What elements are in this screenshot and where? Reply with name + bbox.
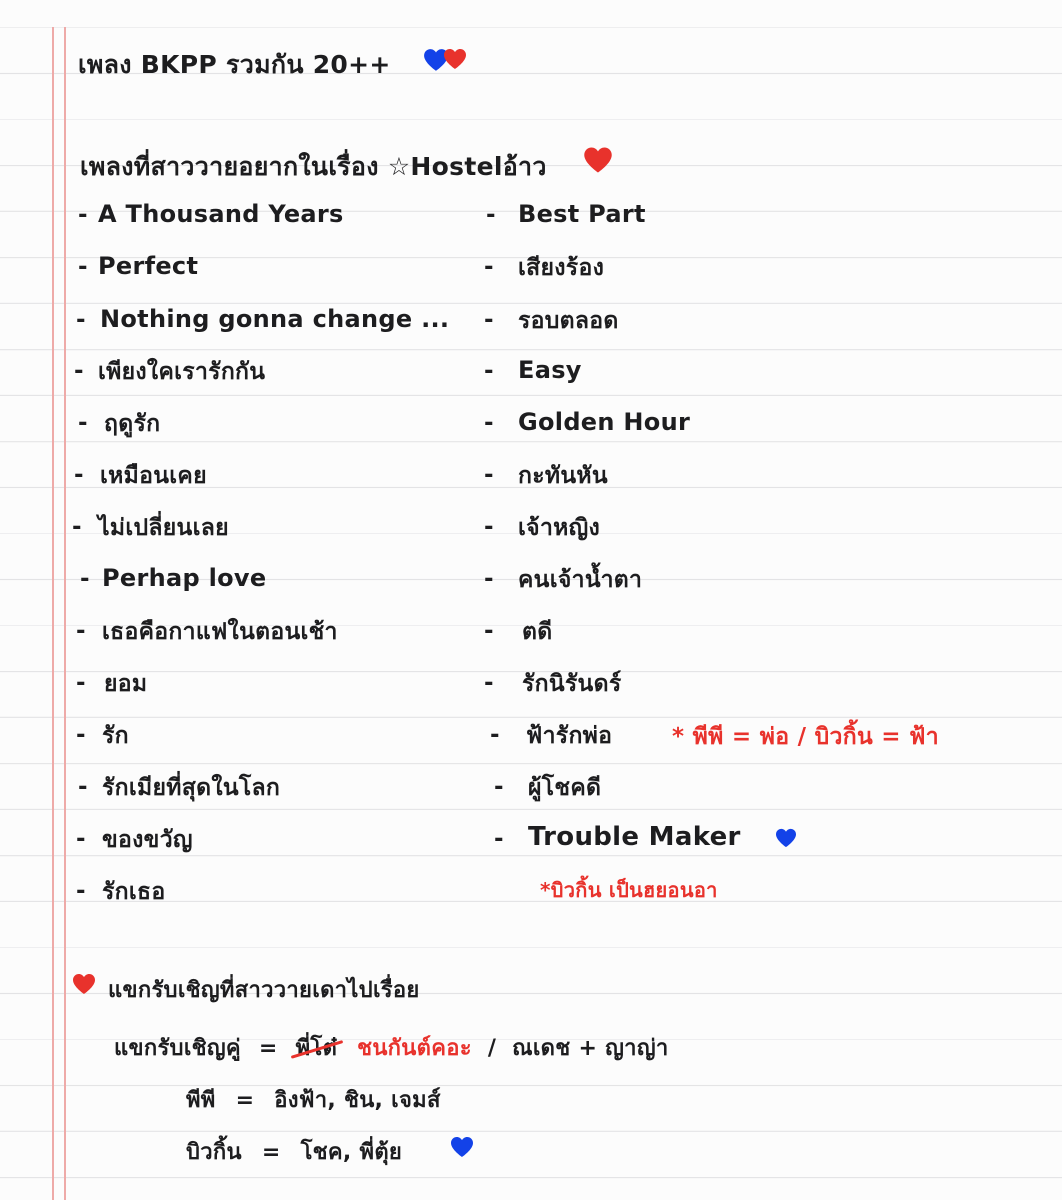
song-item: Trouble Maker (528, 822, 741, 852)
pp-line-value: อิงฟ้า, ชิน, เจมส์ (274, 1088, 441, 1113)
bullet-dash: - (76, 618, 86, 644)
bullet-dash: - (484, 618, 494, 644)
note-page: เพลง BKPP รวมกัน 20++ เพลงที่สาววายอยากใ… (0, 0, 1062, 1200)
blue-heart-icon-footer (450, 1136, 474, 1158)
bullet-dash: - (484, 410, 494, 436)
song-item: Easy (518, 356, 582, 384)
bullet-dash: - (484, 514, 494, 540)
bullet-dash: - (484, 254, 494, 280)
billkin-line-value: โชค, พี่ตุ้ย (300, 1140, 403, 1165)
footer-heading: แขกรับเชิญที่สาววายเดาไปเรื่อย (108, 978, 420, 1003)
bullet-dash: - (494, 774, 504, 800)
bullet-dash: - (484, 307, 494, 333)
song-item: Nothing gonna change ... (100, 305, 450, 333)
note-title: เพลง BKPP รวมกัน 20++ (78, 50, 391, 79)
bullet-dash: - (78, 202, 88, 228)
billkin-line-equals: = (261, 1140, 281, 1165)
song-item: A Thousand Years (98, 200, 344, 228)
bullet-dash: - (484, 462, 494, 488)
note-subtitle: เพลงที่สาววายอยากในเรื่อง ☆Hostelอ้าว (80, 152, 547, 181)
song-item: Perhap love (102, 564, 267, 592)
song-item: ฤดูรัก (104, 411, 161, 437)
guest-line-rest: ณเดช + ญาญ่า (512, 1036, 669, 1061)
song-item: เสียงร้อง (518, 255, 605, 281)
billkin-line-label: บิวกิ้น (186, 1140, 242, 1165)
bullet-dash: - (74, 462, 84, 488)
bullet-dash: - (76, 826, 86, 852)
annotation-billkin-hyuna: *บิวกิ้น เป็นฮยอนอา (540, 878, 718, 902)
pp-line-label: พีพี (186, 1088, 216, 1113)
song-item: รักเธอ (102, 879, 166, 905)
song-item: เธอคือกาแฟในตอนเช้า (102, 619, 338, 645)
guest-line-label: แขกรับเชิญคู่ (114, 1036, 241, 1061)
margin-line-right (64, 27, 66, 1200)
song-item: รักเมียที่สุดในโลก (102, 775, 281, 801)
blue-heart-icon-trouble-maker (775, 828, 797, 848)
guest-line-struck-name-wrap: พี่โต๋ (290, 1030, 343, 1065)
song-item: ตดี (522, 619, 553, 645)
song-item: Best Part (518, 200, 646, 228)
guest-line-equals: = (258, 1036, 278, 1061)
bullet-dash: - (490, 722, 500, 748)
bullet-dash: - (78, 774, 88, 800)
bullet-dash: - (486, 202, 496, 228)
bullet-dash: - (76, 307, 86, 333)
bullet-dash: - (484, 358, 494, 384)
bullet-dash: - (78, 254, 88, 280)
bullet-dash: - (80, 566, 90, 592)
song-item: รอบตลอด (518, 308, 619, 334)
pp-line: พีพี = อิงฟ้า, ชิน, เจมส์ (186, 1082, 441, 1117)
song-item: เจ้าหญิง (518, 515, 601, 541)
bullet-dash: - (494, 826, 504, 852)
annotation-pp-equals-pho: * พีพี = พ่อ / บิวกิ้น = ฟ้า (672, 724, 939, 750)
song-item: กะทันหัน (518, 463, 608, 489)
song-item: คนเจ้าน้ำตา (518, 567, 643, 593)
bullet-dash: - (484, 670, 494, 696)
guest-line: แขกรับเชิญคู่ = พี่โต๋ ชนกันต์คอะ / ณเดช… (114, 1030, 669, 1065)
bullet-dash: - (74, 358, 84, 384)
red-heart-icon-title (443, 48, 467, 70)
bullet-dash: - (484, 566, 494, 592)
song-item: เหมือนเคย (100, 463, 207, 489)
bullet-dash: - (76, 670, 86, 696)
bullet-dash: - (76, 722, 86, 748)
song-item: ไม่เปลี่ยนเลย (98, 515, 229, 541)
bullet-dash: - (78, 410, 88, 436)
guest-line-red-name: ชนกันต์คอะ (357, 1036, 472, 1061)
bullet-dash: - (76, 878, 86, 904)
song-item: รัก (102, 723, 129, 749)
song-item: Perfect (98, 252, 199, 280)
song-item: เพียงใคเรารักกัน (98, 359, 266, 385)
song-item: ฟ้ารักพ่อ (526, 723, 613, 749)
song-item: ยอม (104, 671, 148, 697)
red-heart-icon-subtitle (583, 146, 613, 174)
red-heart-icon-footer (72, 973, 96, 995)
guest-line-slash: / (487, 1036, 497, 1061)
song-item: ของขวัญ (102, 827, 193, 853)
bullet-dash: - (72, 514, 82, 540)
song-item: Golden Hour (518, 408, 691, 436)
song-item: รักนิรันดร์ (522, 671, 622, 697)
margin-line-left (52, 27, 54, 1200)
billkin-line: บิวกิ้น = โชค, พี่ตุ้ย (186, 1134, 402, 1169)
pp-line-equals: = (235, 1088, 255, 1113)
song-item: ผู้โชคดี (528, 775, 602, 801)
